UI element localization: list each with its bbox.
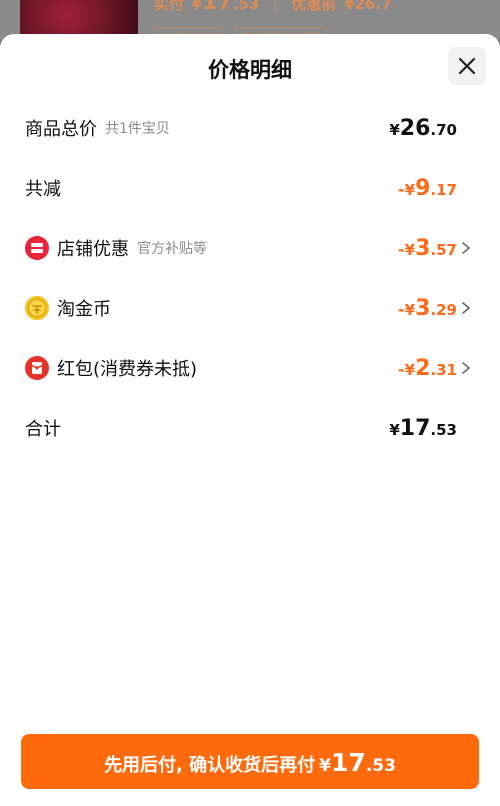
amount-dec: .53 bbox=[430, 420, 457, 439]
before-discount-label: 优惠前 bbox=[291, 0, 337, 13]
amount-int: 26 bbox=[399, 115, 431, 141]
amount-dec: .57 bbox=[430, 240, 457, 259]
close-icon bbox=[458, 57, 476, 75]
row-shop-discount[interactable]: 店铺优惠 官方补贴等 - ¥3.57 bbox=[0, 228, 500, 268]
row-red-packet[interactable]: 红包(消费券未抵) - ¥2.31 bbox=[0, 348, 500, 388]
goods-total-amount: ¥26.70 bbox=[389, 116, 457, 141]
grand-total-amount: ¥17.53 bbox=[389, 416, 457, 441]
amount-int: 9 bbox=[415, 175, 431, 201]
cta-yen: ¥ bbox=[319, 756, 332, 776]
amount-minus: - bbox=[398, 299, 405, 319]
red-packet-icon bbox=[25, 356, 49, 380]
amount-dec: .17 bbox=[430, 180, 457, 199]
amount-yen: ¥ bbox=[389, 420, 400, 439]
product-thumbnail bbox=[20, 0, 138, 38]
taojinbi-amount: - ¥3.29 bbox=[398, 296, 457, 321]
row-label: 淘金币 bbox=[57, 299, 111, 320]
amount-minus: - bbox=[398, 359, 405, 379]
row-total-discount: 共减 - ¥9.17 bbox=[0, 168, 500, 208]
amount-int: 3 bbox=[415, 295, 431, 321]
amount-minus: - bbox=[398, 239, 405, 259]
amount-dec: .31 bbox=[430, 360, 457, 379]
paid-dec: .53 bbox=[232, 0, 260, 13]
red-packet-amount: - ¥2.31 bbox=[398, 356, 457, 381]
row-sublabel: 共1件宝贝 bbox=[105, 121, 170, 137]
before-discount-price: ¥26.7 bbox=[344, 0, 392, 13]
chevron-right-icon bbox=[462, 302, 471, 314]
amount-yen: ¥ bbox=[404, 180, 416, 199]
row-label: 商品总价 bbox=[25, 119, 97, 140]
amount-yen: ¥ bbox=[404, 300, 416, 319]
price-detail-sheet: 价格明细 商品总价 共1件宝贝 ¥26.70 共减 - ¥9.17 店铺优惠 官… bbox=[0, 34, 500, 806]
row-grand-total: 合计 ¥17.53 bbox=[0, 408, 500, 448]
taojinbi-coin-icon bbox=[25, 296, 49, 320]
shop-discount-icon bbox=[25, 236, 49, 260]
paid-int: 17 bbox=[202, 0, 233, 15]
amount-yen: ¥ bbox=[404, 360, 416, 379]
paid-yen: ¥ bbox=[191, 0, 203, 13]
cta-dec: .53 bbox=[365, 756, 396, 776]
amount-int: 3 bbox=[415, 235, 431, 261]
row-label: 共减 bbox=[25, 179, 61, 200]
row-taojinbi[interactable]: 淘金币 - ¥3.29 bbox=[0, 288, 500, 328]
row-label: 红包(消费券未抵) bbox=[57, 359, 198, 380]
row-goods-total: 商品总价 共1件宝贝 ¥26.70 bbox=[0, 108, 500, 148]
amount-yen: ¥ bbox=[389, 120, 400, 139]
pay-later-button[interactable]: 先用后付, 确认收货后再付 ¥17.53 bbox=[21, 734, 479, 789]
close-button[interactable] bbox=[448, 47, 486, 85]
background-price: 实付 ¥17.53 | 优惠前 ¥26.7 bbox=[154, 0, 392, 15]
amount-dec: .29 bbox=[430, 300, 457, 319]
chevron-right-icon bbox=[462, 242, 471, 254]
row-label: 合计 bbox=[25, 419, 61, 440]
amount-minus: - bbox=[398, 179, 405, 199]
shop-discount-amount: - ¥3.57 bbox=[398, 236, 457, 261]
chevron-right-icon bbox=[462, 362, 471, 374]
cta-label: 先用后付, 确认收货后再付 bbox=[104, 755, 316, 776]
row-label: 店铺优惠 bbox=[57, 239, 129, 260]
amount-yen: ¥ bbox=[404, 240, 416, 259]
cta-int: 17 bbox=[331, 748, 366, 777]
amount-dec: .70 bbox=[430, 120, 457, 139]
total-discount-amount: - ¥9.17 bbox=[398, 176, 457, 201]
amount-int: 17 bbox=[399, 415, 431, 441]
row-sublabel: 官方补贴等 bbox=[137, 241, 207, 257]
amount-int: 2 bbox=[415, 355, 431, 381]
price-separator: | bbox=[273, 0, 278, 13]
sheet-title: 价格明细 bbox=[208, 58, 292, 82]
paid-label: 实付 bbox=[154, 0, 185, 13]
